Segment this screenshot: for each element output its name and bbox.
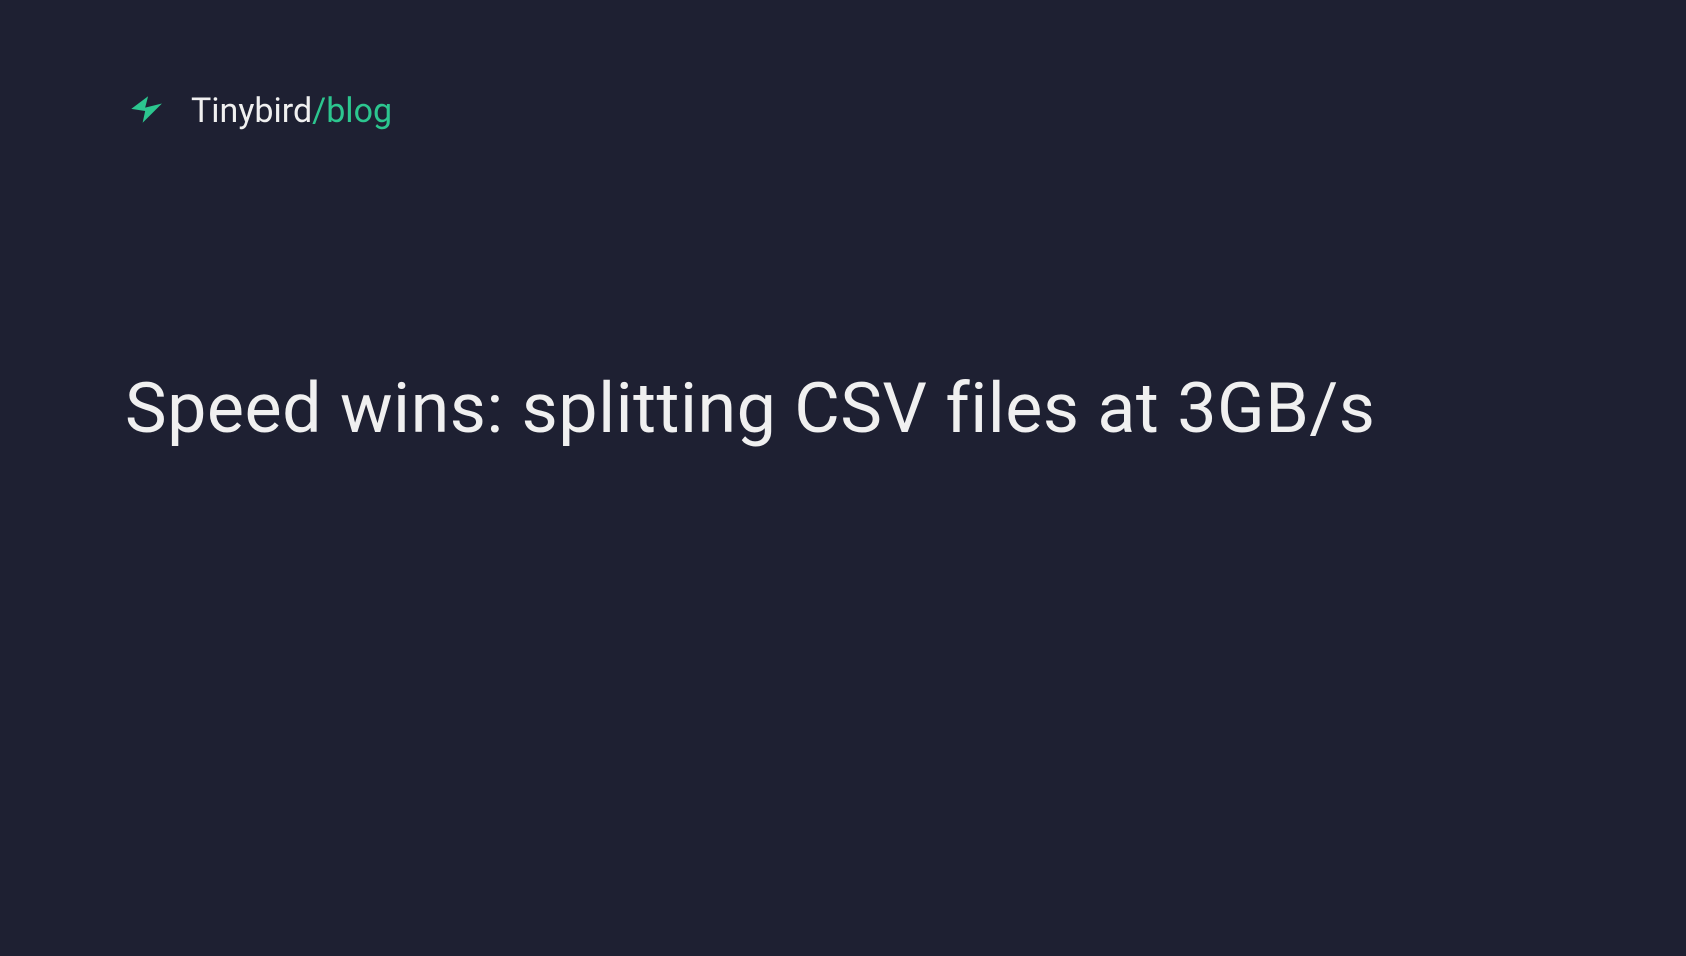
brand-section: blog: [326, 91, 392, 131]
brand-slash: /: [312, 91, 326, 131]
brand-name: Tinybird: [191, 91, 312, 131]
page-title: Speed wins: splitting CSV files at 3GB/s: [125, 362, 1561, 457]
page-header: Tinybird/blog: [125, 90, 1561, 132]
tinybird-logo-icon: [125, 90, 167, 132]
page-container: Tinybird/blog Speed wins: splitting CSV …: [0, 0, 1686, 547]
brand-text: Tinybird/blog: [191, 91, 392, 131]
